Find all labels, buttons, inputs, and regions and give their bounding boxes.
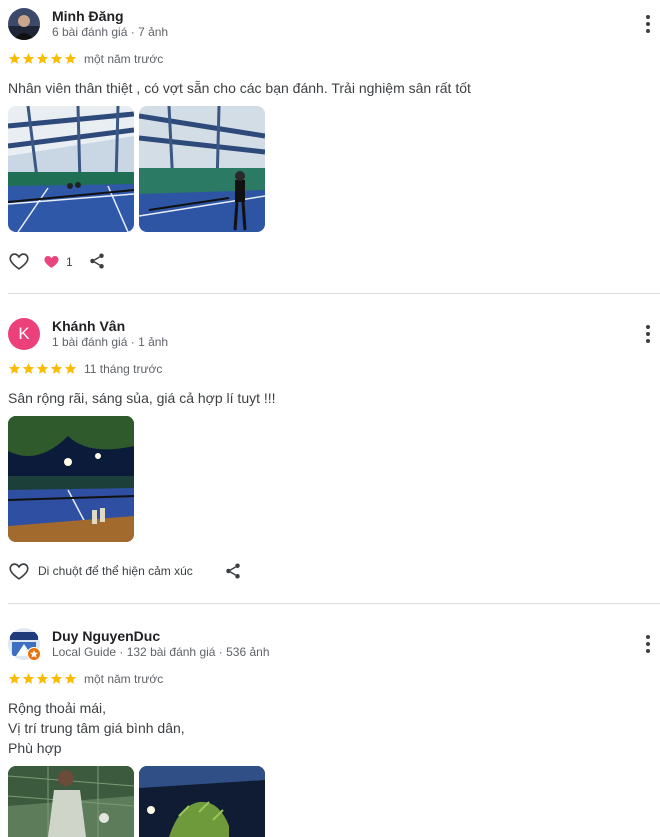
star-rating [8,672,77,686]
review-khanh-van: K Khánh Vân 1 bài đánh giá · 1 ảnh 11 th… [0,310,660,604]
reviewer-name[interactable]: Duy NguyenDuc [52,628,160,644]
heart-filled-icon[interactable] [43,253,60,270]
more-vert-icon [646,635,650,639]
reaction-count: 1 [66,255,73,269]
review-divider [8,293,660,294]
review-text: Sân rộng rãi, sáng sủa, giá cả hợp lí tu… [8,390,276,406]
review-duy-nguyenduc: Duy NguyenDuc Local Guide · 132 bài đánh… [0,620,660,837]
star-icon [36,53,49,64]
review-text-line: Vị trí trung tâm giá bình dân, [8,720,185,736]
reviewer-name[interactable]: Khánh Vân [52,318,125,334]
review-photo[interactable] [139,766,265,837]
review-date: 11 tháng trước [84,362,163,376]
star-icon [50,363,63,374]
more-vert-dot [646,649,650,653]
reviewer-avatar[interactable] [8,8,40,40]
review-photo[interactable] [8,416,134,542]
star-icon [64,53,77,64]
more-vert-dot [646,332,650,336]
review-divider [8,603,660,604]
local-guide-badge-icon [27,647,41,661]
more-options-button[interactable] [636,322,660,346]
reviewer-name[interactable]: Minh Đăng [52,8,124,24]
star-icon [8,363,21,374]
star-icon [64,673,77,684]
star-icon [50,53,63,64]
review-text: Nhân viên thân thiệt , có vợt sẵn cho cá… [8,80,471,96]
review-text-line: Rộng thoải mái, [8,700,107,716]
reviewer-stats[interactable]: Local Guide · 132 bài đánh giá · 536 ảnh [52,645,270,659]
more-vert-dot [646,29,650,33]
react-hint: Di chuột để thể hiện cảm xúc [38,564,193,578]
share-icon[interactable] [224,562,242,580]
star-icon [22,363,35,374]
more-options-button[interactable] [636,632,660,656]
star-icon [8,673,21,684]
review-date: một năm trước [84,52,164,66]
review-minh-dang: Minh Đăng 6 bài đánh giá · 7 ảnh một năm… [0,0,660,294]
more-vert-dot [646,339,650,343]
avatar-letter: K [18,324,30,343]
star-icon [22,673,35,684]
more-vert-icon [646,325,650,329]
review-photo[interactable] [8,106,134,232]
reviewer-avatar[interactable]: K [8,318,40,350]
star-icon [64,363,77,374]
reviewer-stats[interactable]: 6 bài đánh giá · 7 ảnh [52,25,168,39]
reviewer-stats[interactable]: 1 bài đánh giá · 1 ảnh [52,335,168,349]
star-rating [8,362,77,376]
review-text-line: Phù hợp [8,740,62,756]
star-icon [50,673,63,684]
heart-outline-icon[interactable] [8,250,30,272]
review-date: một năm trước [84,672,164,686]
review-photo[interactable] [8,766,134,837]
more-vert-dot [646,22,650,26]
star-icon [8,53,21,64]
share-icon[interactable] [88,252,106,270]
heart-outline-icon[interactable] [8,560,30,582]
review-photo[interactable] [139,106,265,232]
more-vert-icon [646,15,650,19]
more-options-button[interactable] [636,12,660,36]
more-vert-dot [646,642,650,646]
star-icon [22,53,35,64]
star-icon [36,363,49,374]
star-icon [36,673,49,684]
star-rating [8,52,77,66]
